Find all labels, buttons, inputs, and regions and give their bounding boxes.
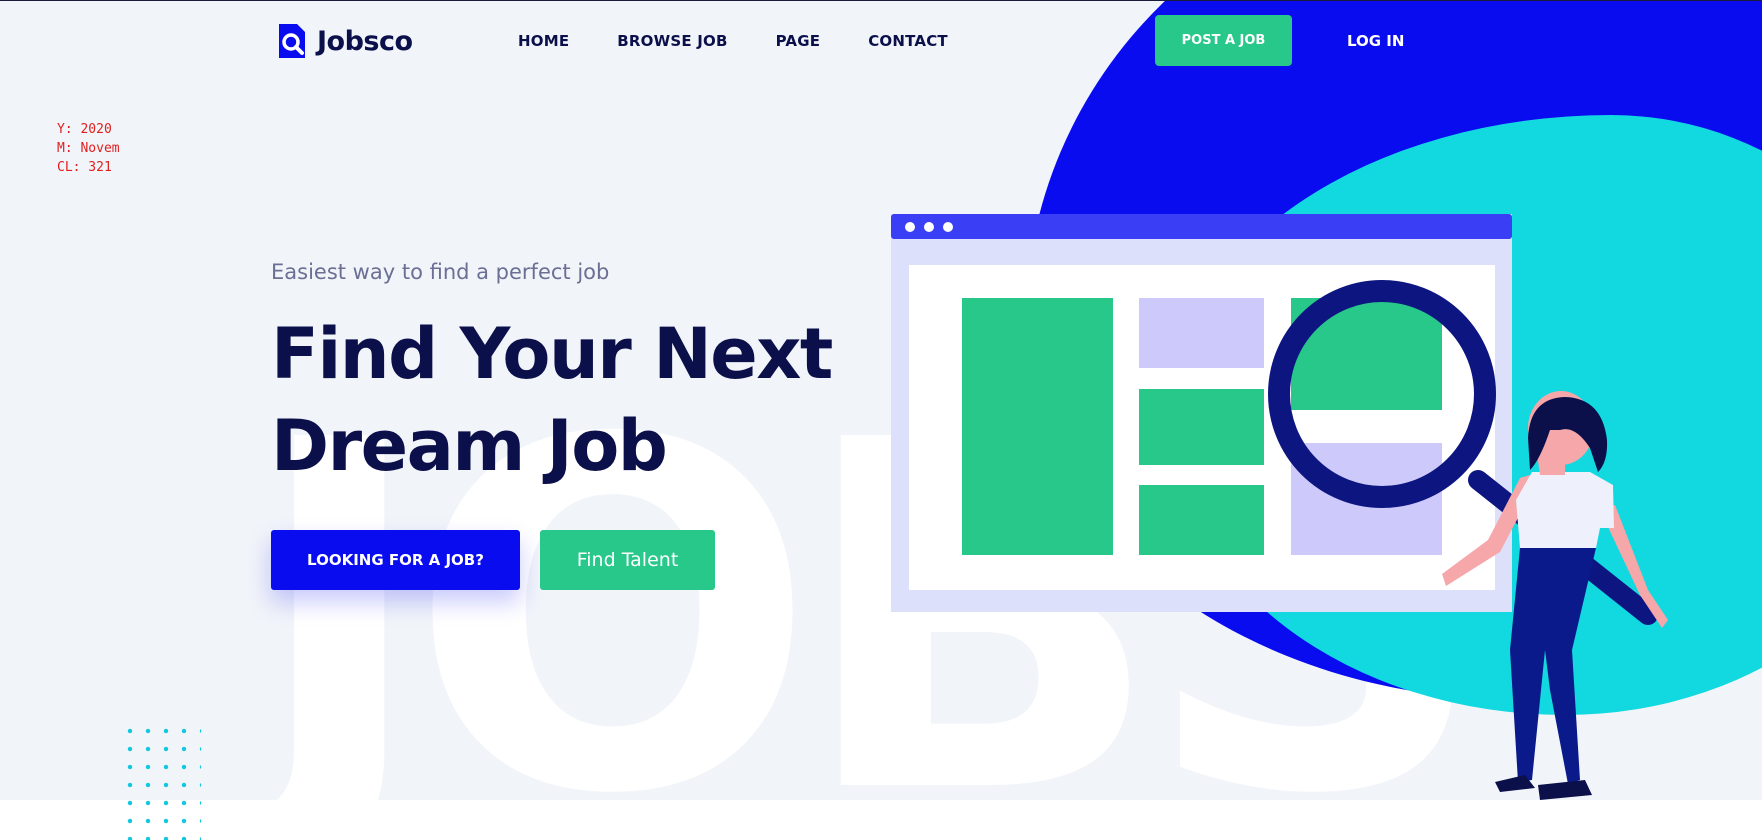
site-header: Jobsco HOME BROWSE JOB PAGE CONTACT POST… (0, 0, 1762, 84)
debug-overlay: Y: 2020 M: Novem CL: 321 (57, 120, 120, 177)
main-nav: HOME BROWSE JOB PAGE CONTACT (518, 32, 948, 50)
dot-grid-decoration (121, 722, 201, 840)
hero-headline: Find Your Next Dream Job (271, 308, 833, 492)
nav-page[interactable]: PAGE (776, 32, 821, 50)
nav-contact[interactable]: CONTACT (868, 32, 948, 50)
headline-line-1: Find Your Next (271, 313, 833, 395)
login-link[interactable]: LOG IN (1347, 32, 1404, 50)
headline-line-2: Dream Job (271, 405, 668, 487)
post-job-button[interactable]: POST A JOB (1155, 15, 1292, 66)
browser-window-illustration (891, 214, 1512, 612)
window-dots-icon (905, 222, 953, 232)
brand-name: Jobsco (317, 25, 413, 57)
hero-tagline: Easiest way to find a perfect job (271, 260, 610, 284)
nav-home[interactable]: HOME (518, 32, 569, 50)
nav-browse-job[interactable]: BROWSE JOB (617, 32, 727, 50)
debug-cl: CL: 321 (57, 160, 112, 175)
logo-search-icon (279, 24, 305, 58)
footer-band (0, 800, 1762, 840)
debug-year: Y: 2020 (57, 122, 112, 137)
looking-for-job-button[interactable]: LOOKING FOR A JOB? (271, 530, 520, 590)
logo[interactable]: Jobsco (277, 22, 413, 60)
cta-row: LOOKING FOR A JOB? Find Talent (271, 530, 715, 590)
debug-month: M: Novem (57, 141, 120, 156)
find-talent-button[interactable]: Find Talent (540, 530, 715, 590)
hero-copy: Easiest way to find a perfect job Find Y… (271, 260, 833, 492)
